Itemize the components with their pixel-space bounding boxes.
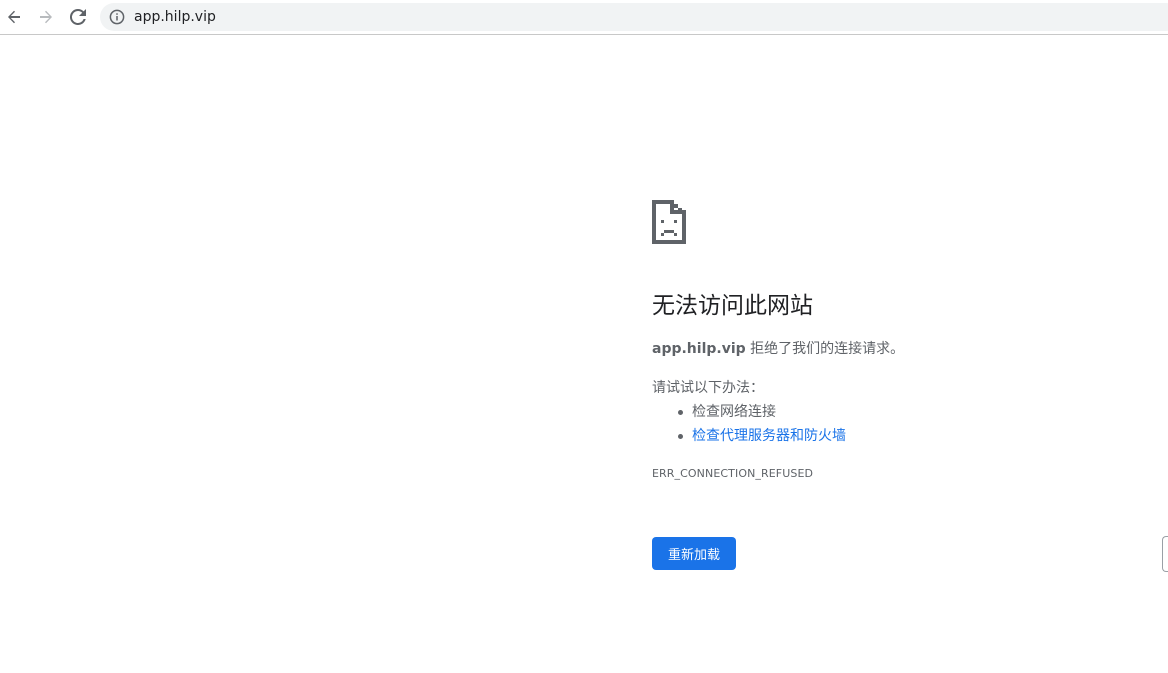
reload-toolbar-button[interactable] bbox=[66, 5, 90, 29]
suggestion-item-proxy[interactable]: 检查代理服务器和防火墙 bbox=[652, 424, 846, 448]
forward-arrow-icon bbox=[40, 10, 52, 24]
error-title: 无法访问此网站 bbox=[652, 293, 813, 319]
back-button[interactable] bbox=[2, 5, 26, 29]
forward-button[interactable] bbox=[34, 5, 58, 29]
suggestion-item-network: 检查网络连接 bbox=[652, 400, 846, 424]
proxy-firewall-link[interactable]: 检查代理服务器和防火墙 bbox=[692, 428, 846, 444]
error-code: ERR_CONNECTION_REFUSED bbox=[652, 467, 814, 480]
reload-icon bbox=[70, 9, 86, 25]
browser-toolbar: app.hilp.vip bbox=[0, 0, 1168, 35]
reload-button[interactable]: 重新加载 bbox=[652, 537, 736, 570]
info-icon[interactable] bbox=[109, 9, 125, 25]
back-arrow-icon bbox=[8, 10, 20, 24]
suggestions-list: 检查网络连接 检查代理服务器和防火墙 bbox=[652, 400, 846, 448]
error-summary-text: 拒绝了我们的连接请求。 bbox=[745, 341, 905, 357]
suggestion-label: 检查网络连接 bbox=[692, 404, 776, 420]
error-host: app.hilp.vip bbox=[652, 341, 746, 357]
address-url[interactable]: app.hilp.vip bbox=[134, 8, 216, 26]
error-summary: app.hilp.vip 拒绝了我们的连接请求。 bbox=[652, 339, 904, 359]
sad-page-icon bbox=[652, 200, 686, 244]
address-bar[interactable]: app.hilp.vip bbox=[100, 3, 1168, 31]
side-panel-handle[interactable] bbox=[1162, 536, 1168, 572]
suggestions-label: 请试试以下办法： bbox=[652, 380, 764, 396]
